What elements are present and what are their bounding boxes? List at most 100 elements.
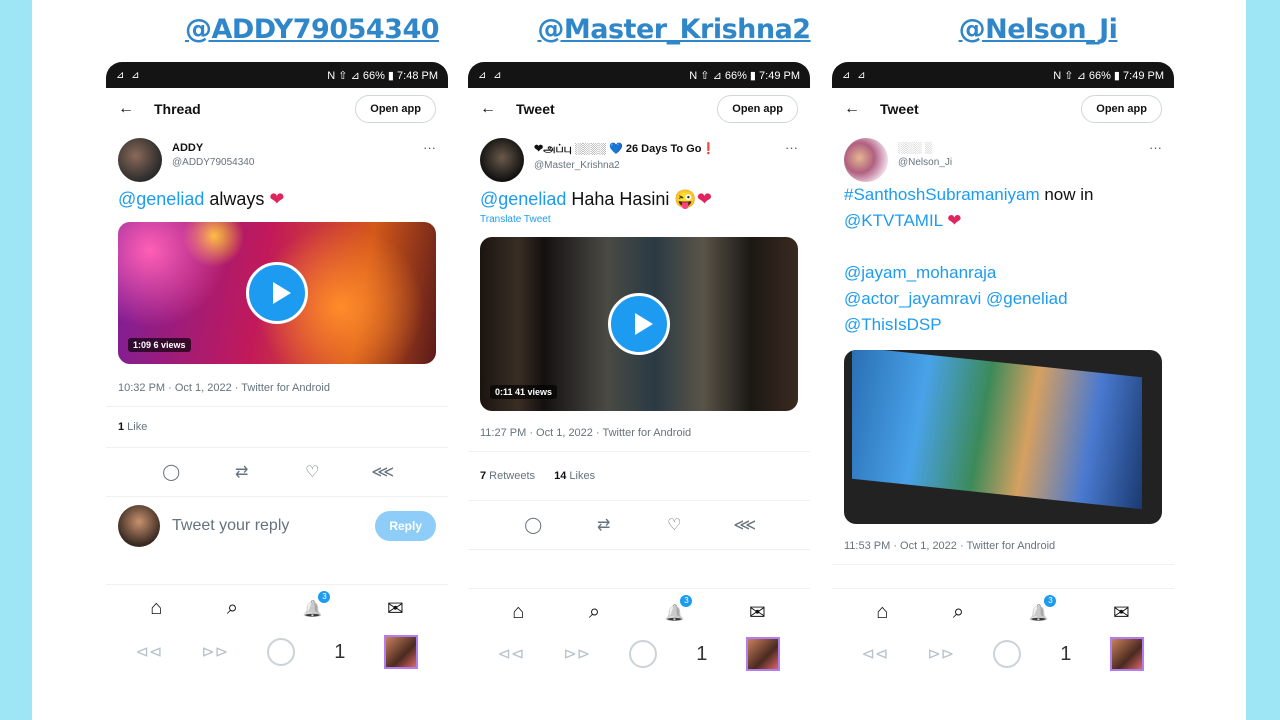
open-app-button[interactable]: Open app	[717, 95, 798, 123]
avatar[interactable]	[480, 138, 524, 182]
likes-label[interactable]: Likes	[566, 470, 595, 482]
notifications-icon[interactable]: 🔔 3	[664, 595, 693, 624]
avatar[interactable]	[118, 138, 162, 182]
avatar[interactable]	[844, 138, 888, 182]
back-arrow-icon[interactable]: ←	[118, 100, 154, 118]
page-title: Tweet	[880, 101, 919, 117]
more-icon[interactable]: ···	[423, 138, 436, 155]
profile-thumbnail[interactable]	[746, 637, 781, 671]
tweet-body: always	[204, 189, 270, 209]
search-icon[interactable]: ⌕	[953, 601, 964, 624]
search-icon[interactable]: ⌕	[227, 597, 238, 620]
notifications-icon[interactable]: 🔔 3	[1029, 595, 1057, 624]
forward-icon[interactable]: ⊳⊳	[563, 644, 590, 664]
mention-link[interactable]: @ThisIsDSP	[844, 315, 942, 334]
display-name[interactable]: ADDY	[172, 142, 423, 154]
open-app-button[interactable]: Open app	[1081, 95, 1162, 123]
home-icon[interactable]: ⌂	[512, 601, 524, 624]
home-icon[interactable]: ⌂	[876, 601, 888, 624]
notification-badge: 3	[1044, 595, 1057, 607]
mention-link[interactable]: @geneliad	[986, 289, 1068, 308]
status-right: N ⇧ ⊿ 66% ▮ 7:49 PM	[1053, 69, 1164, 82]
caption-master-krishna: @Master_Krishna2	[537, 14, 811, 45]
mention-link[interactable]: @geneliad	[480, 189, 566, 209]
handle[interactable]: @ADDY79054340	[172, 157, 423, 168]
rewind-icon[interactable]: ⊲⊲	[136, 642, 163, 662]
tv-screen	[852, 350, 1142, 510]
open-app-button[interactable]: Open app	[355, 95, 436, 123]
rewind-icon[interactable]: ⊲⊲	[862, 644, 889, 664]
rewind-icon[interactable]: ⊲⊲	[498, 644, 525, 664]
tweet-body: Haha Hasini 😜	[566, 189, 697, 209]
bottom-nav: ⌂ ⌕ 🔔 3 ✉	[106, 584, 448, 632]
retweet-icon[interactable]: ⇄	[589, 515, 619, 535]
handle[interactable]: @Master_Krishna2	[534, 160, 785, 171]
tweet-text: @geneliad Haha Hasini 😜❤	[468, 186, 810, 212]
likes-label[interactable]: Like	[124, 421, 147, 433]
tweet-text: #SanthoshSubramaniyam now in @KTVTAMIL ❤…	[832, 182, 1174, 338]
share-icon[interactable]: ⋘	[730, 515, 760, 535]
search-icon[interactable]: ⌕	[589, 601, 600, 624]
caption-nelson: @Nelson_Ji	[958, 14, 1118, 45]
translate-link[interactable]: Translate Tweet	[468, 212, 810, 225]
tweet-author: ░░░ ░ @Nelson_Ji	[898, 138, 1149, 168]
mention-link[interactable]: @jayam_mohanraja	[844, 263, 996, 282]
share-icon[interactable]: ⋘	[368, 462, 398, 482]
tweet-image[interactable]	[844, 350, 1162, 524]
home-circle-icon[interactable]	[993, 640, 1022, 668]
reply-input[interactable]: Tweet your reply	[172, 517, 375, 535]
handle[interactable]: @Nelson_Ji	[898, 157, 1149, 168]
mail-icon[interactable]: ✉	[1113, 600, 1130, 625]
profile-thumbnail[interactable]	[384, 635, 419, 669]
profile-thumbnail[interactable]	[1110, 637, 1145, 671]
page-title: Tweet	[516, 101, 555, 117]
home-icon[interactable]: ⌂	[150, 597, 162, 620]
tweet-author: ❤அப்பு ░░░░ 💙 26 Days To Go❗ @Master_Kri…	[534, 138, 785, 171]
system-bar: ⊲⊲ ⊳⊳ 1	[468, 634, 810, 674]
forward-icon[interactable]: ⊳⊳	[201, 642, 228, 662]
mention-link[interactable]: @geneliad	[118, 189, 204, 209]
reply-button[interactable]: Reply	[375, 511, 436, 541]
more-icon[interactable]: ···	[1149, 138, 1162, 155]
likes-count[interactable]: 14	[554, 470, 566, 482]
mail-icon[interactable]: ✉	[387, 596, 404, 621]
system-bar: ⊲⊲ ⊳⊳ 1	[106, 632, 448, 672]
mention-link[interactable]: @KTVTAMIL	[844, 211, 943, 230]
reply-icon[interactable]: ◯	[518, 515, 548, 535]
status-left: ⊿ ⊿	[116, 69, 142, 81]
retweet-icon[interactable]: ⇄	[227, 462, 257, 482]
reply-icon[interactable]: ◯	[156, 462, 186, 482]
home-circle-icon[interactable]	[267, 638, 296, 666]
like-icon[interactable]: ♡	[659, 515, 689, 535]
forward-icon[interactable]: ⊳⊳	[927, 644, 954, 664]
video-badge: 0:11 41 views	[490, 385, 558, 399]
page-title: Thread	[154, 101, 201, 117]
heart-emoji: ❤	[947, 211, 962, 230]
bell-icon: 🔔	[664, 605, 685, 622]
tweet-body: now in	[1039, 185, 1094, 204]
heart-emoji: ❤	[696, 189, 712, 209]
mail-icon[interactable]: ✉	[749, 600, 766, 625]
user-avatar[interactable]	[118, 505, 160, 547]
tweet-video[interactable]: 1:09 6 views	[118, 222, 436, 364]
mention-link[interactable]: @actor_jayamravi	[844, 289, 981, 308]
like-icon[interactable]: ♡	[297, 462, 327, 482]
top-bar: ← Tweet Open app	[468, 88, 810, 130]
tweet-meta: 11:53 PM · Oct 1, 2022 · Twitter for And…	[832, 524, 1174, 565]
back-arrow-icon[interactable]: ←	[480, 100, 516, 118]
display-name[interactable]: ❤அப்பு ░░░░ 💙 26 Days To Go❗	[534, 142, 785, 157]
tweet-video[interactable]: 0:11 41 views	[480, 237, 798, 411]
hashtag-link[interactable]: #SanthoshSubramaniyam	[844, 185, 1040, 204]
play-button-icon[interactable]	[246, 262, 308, 324]
page-number: 1	[1060, 642, 1072, 665]
more-icon[interactable]: ···	[785, 138, 798, 155]
page-number: 1	[334, 640, 346, 663]
play-button-icon[interactable]	[608, 293, 670, 355]
status-bar: ⊿ ⊿ N ⇧ ⊿ 66% ▮ 7:49 PM	[468, 62, 810, 88]
retweets-label[interactable]: Retweets	[486, 470, 535, 482]
notifications-icon[interactable]: 🔔 3	[303, 591, 331, 620]
back-arrow-icon[interactable]: ←	[844, 100, 880, 118]
home-circle-icon[interactable]	[629, 640, 658, 668]
heart-emoji: ❤	[269, 189, 285, 209]
display-name[interactable]: ░░░ ░	[898, 142, 1149, 154]
